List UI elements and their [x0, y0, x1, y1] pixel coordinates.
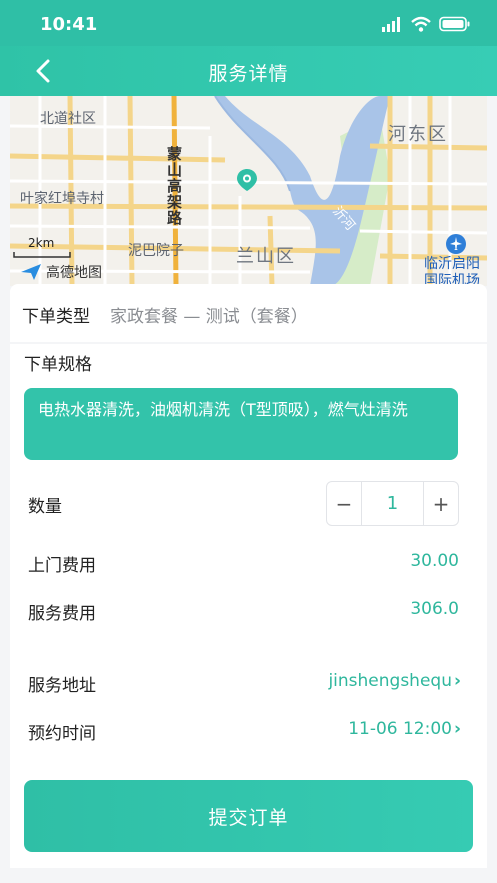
system-icons [381, 14, 471, 34]
quantity-stepper: − 1 + [326, 481, 459, 526]
status-time: 10:41 [40, 14, 98, 35]
appointment-time-link[interactable]: 11-06 12:00 › [348, 719, 461, 739]
visit-fee-value: 30.00 [410, 551, 459, 571]
wifi-icon [411, 16, 431, 32]
order-type-card: 下单类型 家政套餐 — 测试（套餐） [10, 284, 487, 342]
map-label-yejia: 叶家红埠寺村 [20, 191, 104, 207]
appointment-time-label: 预约时间 [28, 724, 96, 744]
gaode-logo-icon [21, 264, 41, 280]
address-row[interactable]: 服务地址 jinshengshequ › [28, 669, 461, 697]
quantity-minus-button[interactable]: − [327, 482, 361, 525]
map-view[interactable]: 北道社区 河东区 叶家红埠寺村 蒙山高架路 泥巴院子 兰山区 沂河 2km 高德… [10, 96, 487, 286]
appointment-time-row[interactable]: 预约时间 11-06 12:00 › [28, 717, 461, 745]
map-label-hedong: 河东区 [388, 124, 448, 145]
nav-bar: 服务详情 [0, 46, 497, 96]
map-scale-label: 2km [28, 236, 55, 250]
order-type-value: 家政套餐 — 测试（套餐） [110, 307, 308, 327]
appointment-time-value: 11-06 12:00 [348, 719, 452, 739]
chevron-right-icon: › [453, 719, 461, 739]
submit-order-button[interactable]: 提交订单 [24, 780, 473, 852]
signal-icon [382, 17, 400, 32]
address-value: jinshengshequ [328, 671, 452, 691]
visit-fee-row: 上门费用 30.00 [28, 549, 459, 577]
service-fee-label: 服务费用 [28, 604, 96, 624]
map-label-north: 北道社区 [40, 111, 96, 127]
map-label-lanshan: 兰山区 [236, 246, 296, 267]
address-link[interactable]: jinshengshequ › [328, 671, 461, 691]
quantity-label: 数量 [28, 497, 62, 517]
address-label: 服务地址 [28, 676, 96, 696]
location-pin-icon [237, 169, 257, 191]
map-label-niba: 泥巴院子 [128, 243, 184, 259]
spec-label: 下单规格 [24, 355, 92, 375]
quantity-value[interactable]: 1 [361, 482, 424, 525]
chevron-right-icon: › [453, 671, 461, 691]
map-brand-label: 高德地图 [46, 265, 102, 281]
order-type-label: 下单类型 [22, 307, 90, 327]
service-fee-value: 306.0 [410, 599, 459, 619]
map-brand: 高德地图 [20, 262, 102, 282]
map-label-mengshan: 蒙山高架路 [165, 146, 183, 226]
map-label-airport: 临沂启阳国际机场 [424, 256, 480, 286]
quantity-plus-button[interactable]: + [424, 482, 458, 525]
order-details-card: 下单规格 电热水器清洗，油烟机清洗（T型顶吸），燃气灶清洗 数量 − 1 + 上… [10, 344, 487, 768]
status-bar: 10:41 [0, 0, 497, 46]
battery-icon [439, 16, 470, 32]
spec-tag: 电热水器清洗，油烟机清洗（T型顶吸），燃气灶清洗 [24, 388, 458, 460]
page-title: 服务详情 [208, 63, 289, 85]
visit-fee-label: 上门费用 [28, 556, 96, 576]
service-fee-row: 服务费用 306.0 [28, 597, 459, 625]
airport-icon [446, 234, 466, 254]
